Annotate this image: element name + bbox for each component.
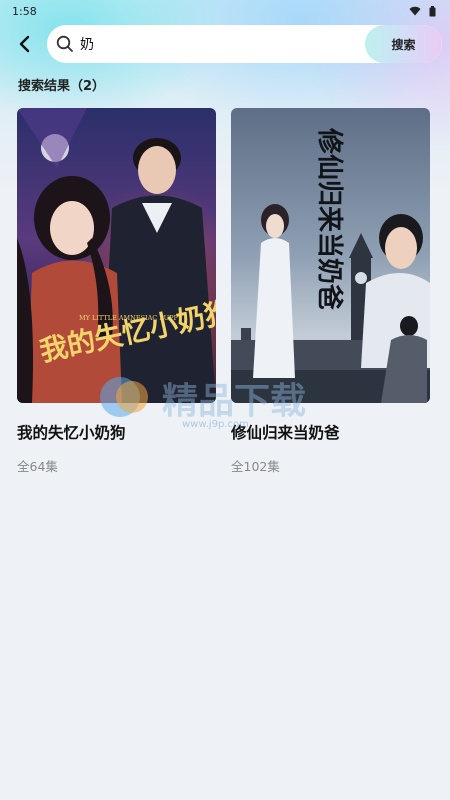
search-bar: 搜索 — [47, 25, 442, 63]
battery-icon — [429, 5, 436, 17]
status-icons — [409, 5, 436, 17]
search-icon — [56, 35, 74, 53]
episode-count: 全64集 — [17, 459, 58, 474]
poster-title-art: 修仙归来当奶爸 — [314, 127, 345, 310]
drama-title[interactable]: 修仙归来当奶爸 — [231, 421, 431, 443]
episode-count: 全102集 — [231, 459, 280, 474]
poster-subtitle-art: MY LITTLE AMNESIAC PUPPY — [79, 314, 183, 322]
result-card[interactable]: 我的失忆小奶狗 MY LITTLE AMNESIAC PUPPY 我的失忆小奶狗… — [17, 108, 217, 475]
results-heading: 搜索结果（2） — [18, 79, 106, 94]
search-button[interactable]: 搜索 — [365, 25, 442, 63]
result-card[interactable]: 修仙归来当奶爸 修仙归来当奶爸 全102集 — [231, 108, 431, 475]
back-arrow-icon — [19, 35, 30, 53]
drama-poster[interactable]: 修仙归来当奶爸 — [231, 108, 430, 403]
search-input[interactable] — [80, 29, 330, 59]
status-time: 1:58 — [12, 4, 37, 18]
back-button[interactable] — [10, 30, 38, 58]
wifi-icon — [409, 6, 421, 16]
status-bar: 1:58 — [0, 0, 450, 22]
drama-poster[interactable]: 我的失忆小奶狗 MY LITTLE AMNESIAC PUPPY — [17, 108, 216, 403]
drama-title[interactable]: 我的失忆小奶狗 — [17, 421, 217, 443]
